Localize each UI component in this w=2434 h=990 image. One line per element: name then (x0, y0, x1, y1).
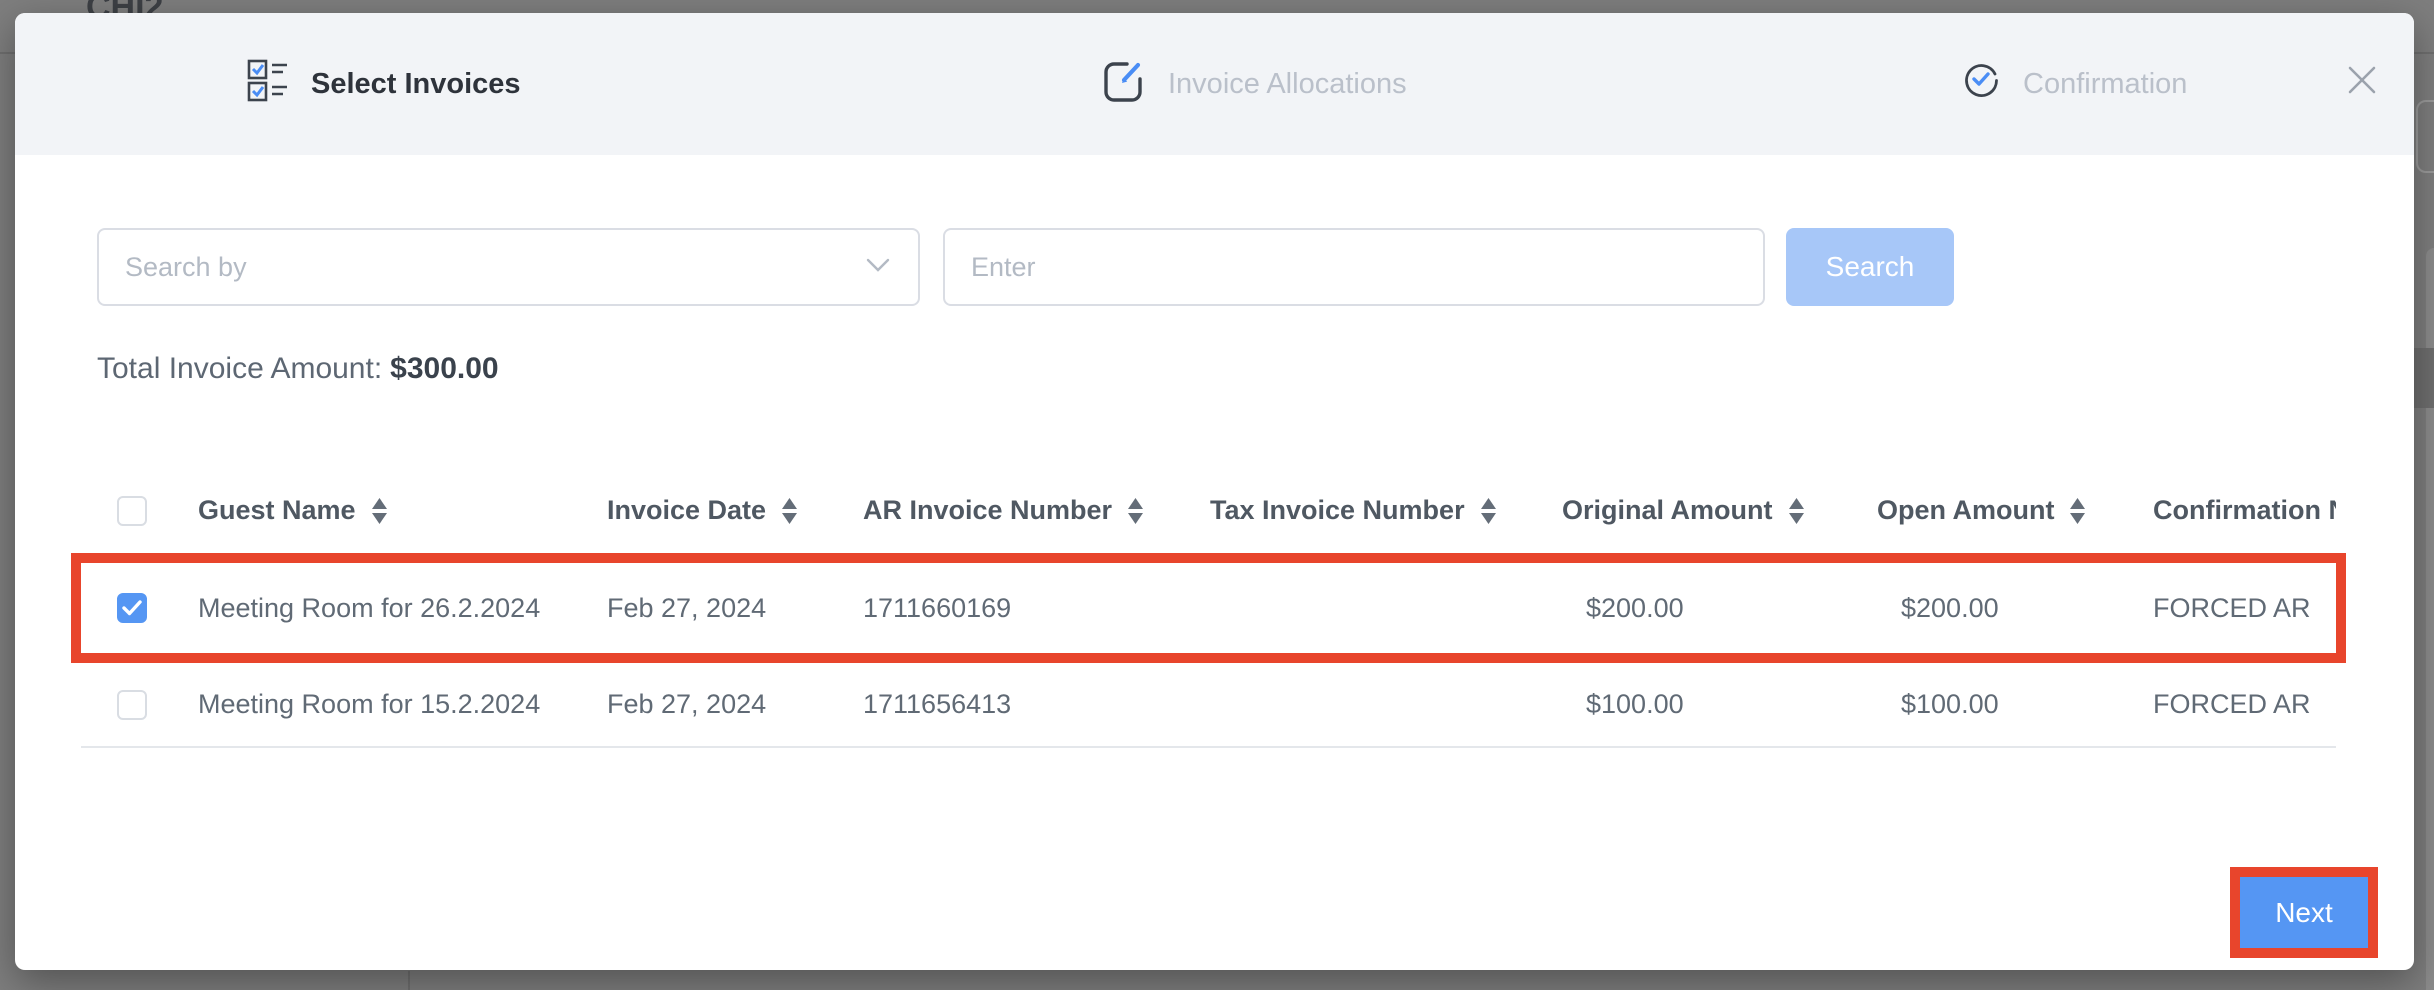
sort-icon[interactable] (1789, 498, 1804, 524)
search-by-select[interactable]: Search by (97, 228, 920, 306)
step-confirmation[interactable]: Confirmation (1961, 13, 2187, 155)
column-header-ar-invoice-number[interactable]: AR Invoice Number (863, 495, 1210, 526)
column-header-confirmation-number[interactable]: Confirmation Number (2153, 495, 2336, 526)
chevron-down-icon (866, 258, 890, 277)
cell-ar-invoice-number: 1711656413 (863, 689, 1210, 720)
column-header-open-amount[interactable]: Open Amount (1877, 495, 2153, 526)
checklist-icon (247, 57, 289, 111)
step-label: Select Invoices (311, 68, 521, 101)
next-button-highlight: Next (2230, 867, 2378, 958)
row-checkbox-checked[interactable] (117, 593, 147, 623)
total-value: $300.00 (390, 352, 498, 385)
select-all-checkbox[interactable] (117, 496, 147, 526)
cell-guest-name: Meeting Room for 26.2.2024 (198, 593, 607, 624)
cell-original-amount: $100.00 (1562, 689, 1877, 720)
sort-icon[interactable] (782, 498, 797, 524)
step-label: Invoice Allocations (1168, 68, 1407, 101)
total-invoice-amount: Total Invoice Amount:$300.00 (97, 352, 499, 386)
invoice-table: Guest Name Invoice Date AR Invoice Numbe… (81, 468, 2411, 748)
cell-ar-invoice-number: 1711660169 (863, 593, 1210, 624)
column-header-invoice-date[interactable]: Invoice Date (607, 495, 863, 526)
search-button[interactable]: Search (1786, 228, 1954, 306)
step-invoice-allocations[interactable]: Invoice Allocations (1100, 13, 1407, 155)
cell-guest-name: Meeting Room for 15.2.2024 (198, 689, 607, 720)
step-select-invoices[interactable]: Select Invoices (247, 13, 521, 155)
close-icon[interactable] (2345, 63, 2379, 97)
background-artifact (2416, 100, 2434, 173)
background-artifact (408, 971, 410, 990)
search-by-placeholder: Search by (125, 252, 247, 283)
column-header-original-amount[interactable]: Original Amount (1562, 495, 1877, 526)
cell-invoice-date: Feb 27, 2024 (607, 593, 863, 624)
total-label: Total Invoice Amount: (97, 352, 382, 385)
cell-original-amount: $200.00 (1562, 593, 1877, 624)
select-invoices-modal: Select Invoices Invoice Allocations Conf… (15, 13, 2414, 970)
column-header-guest-name[interactable]: Guest Name (198, 495, 607, 526)
column-header-tax-invoice-number[interactable]: Tax Invoice Number (1210, 495, 1562, 526)
table-header-row: Guest Name Invoice Date AR Invoice Numbe… (81, 468, 2336, 553)
sort-icon[interactable] (372, 498, 387, 524)
check-circle-icon (1961, 60, 2001, 108)
sort-icon[interactable] (1481, 498, 1496, 524)
background-scrollbar-thumb (2414, 348, 2434, 408)
search-controls: Search by Search (15, 228, 2414, 306)
next-button[interactable]: Next (2240, 877, 2368, 948)
sort-icon[interactable] (1128, 498, 1143, 524)
table-row[interactable]: Meeting Room for 15.2.2024 Feb 27, 2024 … (81, 663, 2336, 748)
step-label: Confirmation (2023, 68, 2187, 101)
row-checkbox[interactable] (117, 690, 147, 720)
sort-icon[interactable] (2070, 498, 2085, 524)
cell-open-amount: $100.00 (1877, 689, 2153, 720)
cell-confirmation-number: FORCED AR (2153, 689, 2336, 720)
cell-open-amount: $200.00 (1877, 593, 2153, 624)
edit-icon (1100, 57, 1146, 111)
table-row-selected[interactable]: Meeting Room for 26.2.2024 Feb 27, 2024 … (81, 563, 2336, 653)
cell-invoice-date: Feb 27, 2024 (607, 689, 863, 720)
cell-confirmation-number: FORCED AR (2153, 593, 2336, 624)
search-value-input[interactable] (943, 228, 1765, 306)
stepper-header: Select Invoices Invoice Allocations Conf… (15, 13, 2414, 155)
